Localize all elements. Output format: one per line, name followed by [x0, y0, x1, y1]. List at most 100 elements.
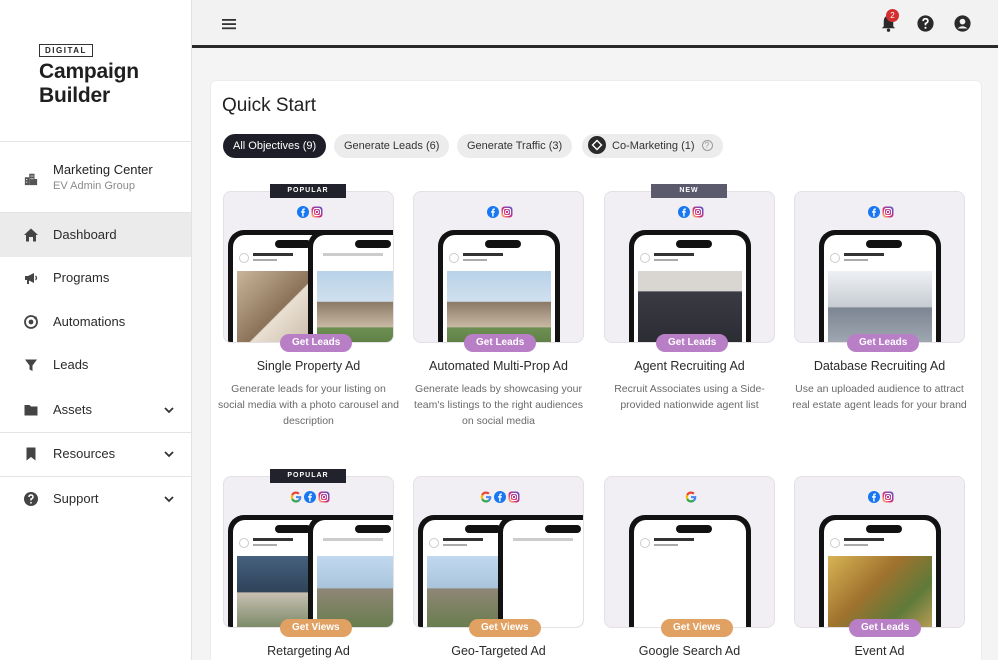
template-thumbnail[interactable]	[413, 191, 584, 343]
chevron-down-icon	[164, 407, 174, 414]
instagram-icon	[318, 491, 329, 503]
facebook-icon	[486, 206, 499, 218]
chevron-down-icon	[164, 496, 174, 503]
google-icon	[685, 491, 696, 503]
instagram-icon	[882, 491, 893, 503]
sidebar-item-label: Programs	[53, 270, 110, 285]
google-icon	[480, 491, 491, 503]
template-thumbnail[interactable]	[223, 191, 394, 343]
channel-icons	[605, 491, 774, 505]
brand-tag: DIGITAL	[39, 44, 93, 57]
brand-name-line1: Campaign	[39, 60, 139, 83]
automation-icon	[24, 315, 38, 329]
template-thumbnail[interactable]	[604, 191, 775, 343]
template-ribbon: NEW	[651, 184, 727, 198]
bookmark-icon	[26, 447, 36, 461]
building-icon	[24, 173, 38, 186]
channel-icons	[795, 206, 964, 220]
facebook-icon	[867, 206, 880, 218]
template-cta-button[interactable]: Get Leads	[280, 334, 353, 352]
sidebar-item-programs[interactable]: Programs	[0, 256, 191, 300]
phone-mockup	[629, 515, 751, 627]
brand-name-line2: Builder	[39, 84, 110, 107]
phone-mockup	[438, 230, 560, 342]
sidebar-item-label: Resources	[53, 446, 116, 461]
instagram-icon	[501, 206, 512, 218]
template-thumbnail[interactable]	[604, 476, 775, 628]
google-icon	[290, 491, 301, 503]
instagram-icon	[692, 206, 703, 218]
template-name: Geo-Targeted Ad	[451, 644, 546, 658]
sidebar-item-support[interactable]: Support	[0, 477, 191, 521]
info-icon[interactable]: ?	[701, 139, 713, 151]
ad-photo	[828, 556, 932, 627]
ad-photo	[447, 271, 551, 342]
phone-mockup	[819, 515, 941, 627]
phone-mockup	[308, 515, 393, 627]
co-marketing-icon	[588, 136, 606, 155]
template-thumbnail[interactable]	[223, 476, 394, 628]
chip-label: Co-Marketing (1)	[612, 140, 695, 152]
filter-chip-generate-traffic[interactable]: Generate Traffic (3)	[457, 134, 573, 158]
template-thumbnail[interactable]	[794, 191, 965, 343]
home-icon	[24, 228, 38, 242]
channel-icons	[605, 206, 774, 220]
template-ribbon: POPULAR	[270, 184, 346, 198]
phone-mockup	[629, 230, 751, 342]
sidebar-item-label: Automations	[53, 314, 126, 329]
template-name: Retargeting Ad	[267, 644, 350, 658]
channel-icons	[414, 491, 583, 505]
sidebar-item-dashboard[interactable]: Dashboard	[0, 213, 191, 257]
filter-chip-all[interactable]: All Objectives (9)	[223, 134, 327, 158]
account-icon[interactable]	[953, 14, 972, 33]
instagram-icon	[311, 206, 322, 218]
org-group: EV Admin Group	[53, 180, 135, 192]
template-thumbnail[interactable]	[794, 476, 965, 628]
template-name: Automated Multi-Prop Ad	[429, 359, 568, 373]
org-selector[interactable]: Marketing Center EV Admin Group	[0, 142, 191, 212]
menu-icon[interactable]	[220, 15, 238, 33]
brand-logo[interactable]: DIGITAL Campaign Builder	[39, 40, 139, 106]
phone-mockup	[498, 515, 583, 627]
sidebar-item-resources[interactable]: Resources	[0, 432, 191, 476]
template-name: Single Property Ad	[256, 359, 361, 373]
template-cta-button[interactable]: Get Views	[469, 619, 541, 637]
facebook-icon	[677, 206, 690, 218]
template-description: Use an uploaded audience to attract real…	[792, 383, 967, 411]
sidebar-item-assets[interactable]: Assets	[0, 388, 191, 432]
template-description: Generate leads by showcasing your team's…	[414, 383, 583, 427]
top-bar	[192, 0, 998, 48]
template-name: Agent Recruiting Ad	[634, 359, 745, 373]
phone-mockup	[819, 230, 941, 342]
facebook-icon	[867, 491, 880, 503]
instagram-icon	[882, 206, 893, 218]
sidebar-item-label: Assets	[53, 402, 93, 417]
template-cta-button[interactable]: Get Leads	[849, 619, 922, 637]
filter-chip-co-marketing[interactable]: Co-Marketing (1)?	[582, 134, 723, 158]
sidebar-item-label: Support	[53, 491, 99, 506]
ad-photo	[638, 271, 742, 342]
filter-chip-generate-leads[interactable]: Generate Leads (6)	[334, 134, 450, 158]
template-description: Recruit Associates using a Side-provided…	[614, 383, 765, 411]
filter-icon	[25, 359, 37, 371]
template-ribbon: POPULAR	[270, 469, 346, 483]
channel-icons	[224, 206, 393, 220]
phone-mockup	[308, 230, 393, 342]
help-icon[interactable]	[916, 14, 935, 33]
sidebar-item-leads[interactable]: Leads	[0, 343, 191, 387]
sidebar-item-automations[interactable]: Automations	[0, 300, 191, 344]
template-cta-button[interactable]: Get Views	[661, 619, 733, 637]
sidebar-item-label: Leads	[53, 357, 89, 372]
sidebar-item-label: Dashboard	[53, 227, 117, 242]
template-cta-button[interactable]: Get Leads	[464, 334, 537, 352]
template-cta-button[interactable]: Get Views	[280, 619, 352, 637]
facebook-icon	[296, 206, 309, 218]
ad-photo	[828, 271, 932, 342]
ad-photo	[507, 556, 583, 627]
template-thumbnail[interactable]	[413, 476, 584, 628]
channel-icons	[224, 491, 393, 505]
template-cta-button[interactable]: Get Leads	[656, 334, 729, 352]
channel-icons	[795, 491, 964, 505]
template-description: Generate leads for your listing on socia…	[218, 383, 399, 427]
template-cta-button[interactable]: Get Leads	[847, 334, 920, 352]
